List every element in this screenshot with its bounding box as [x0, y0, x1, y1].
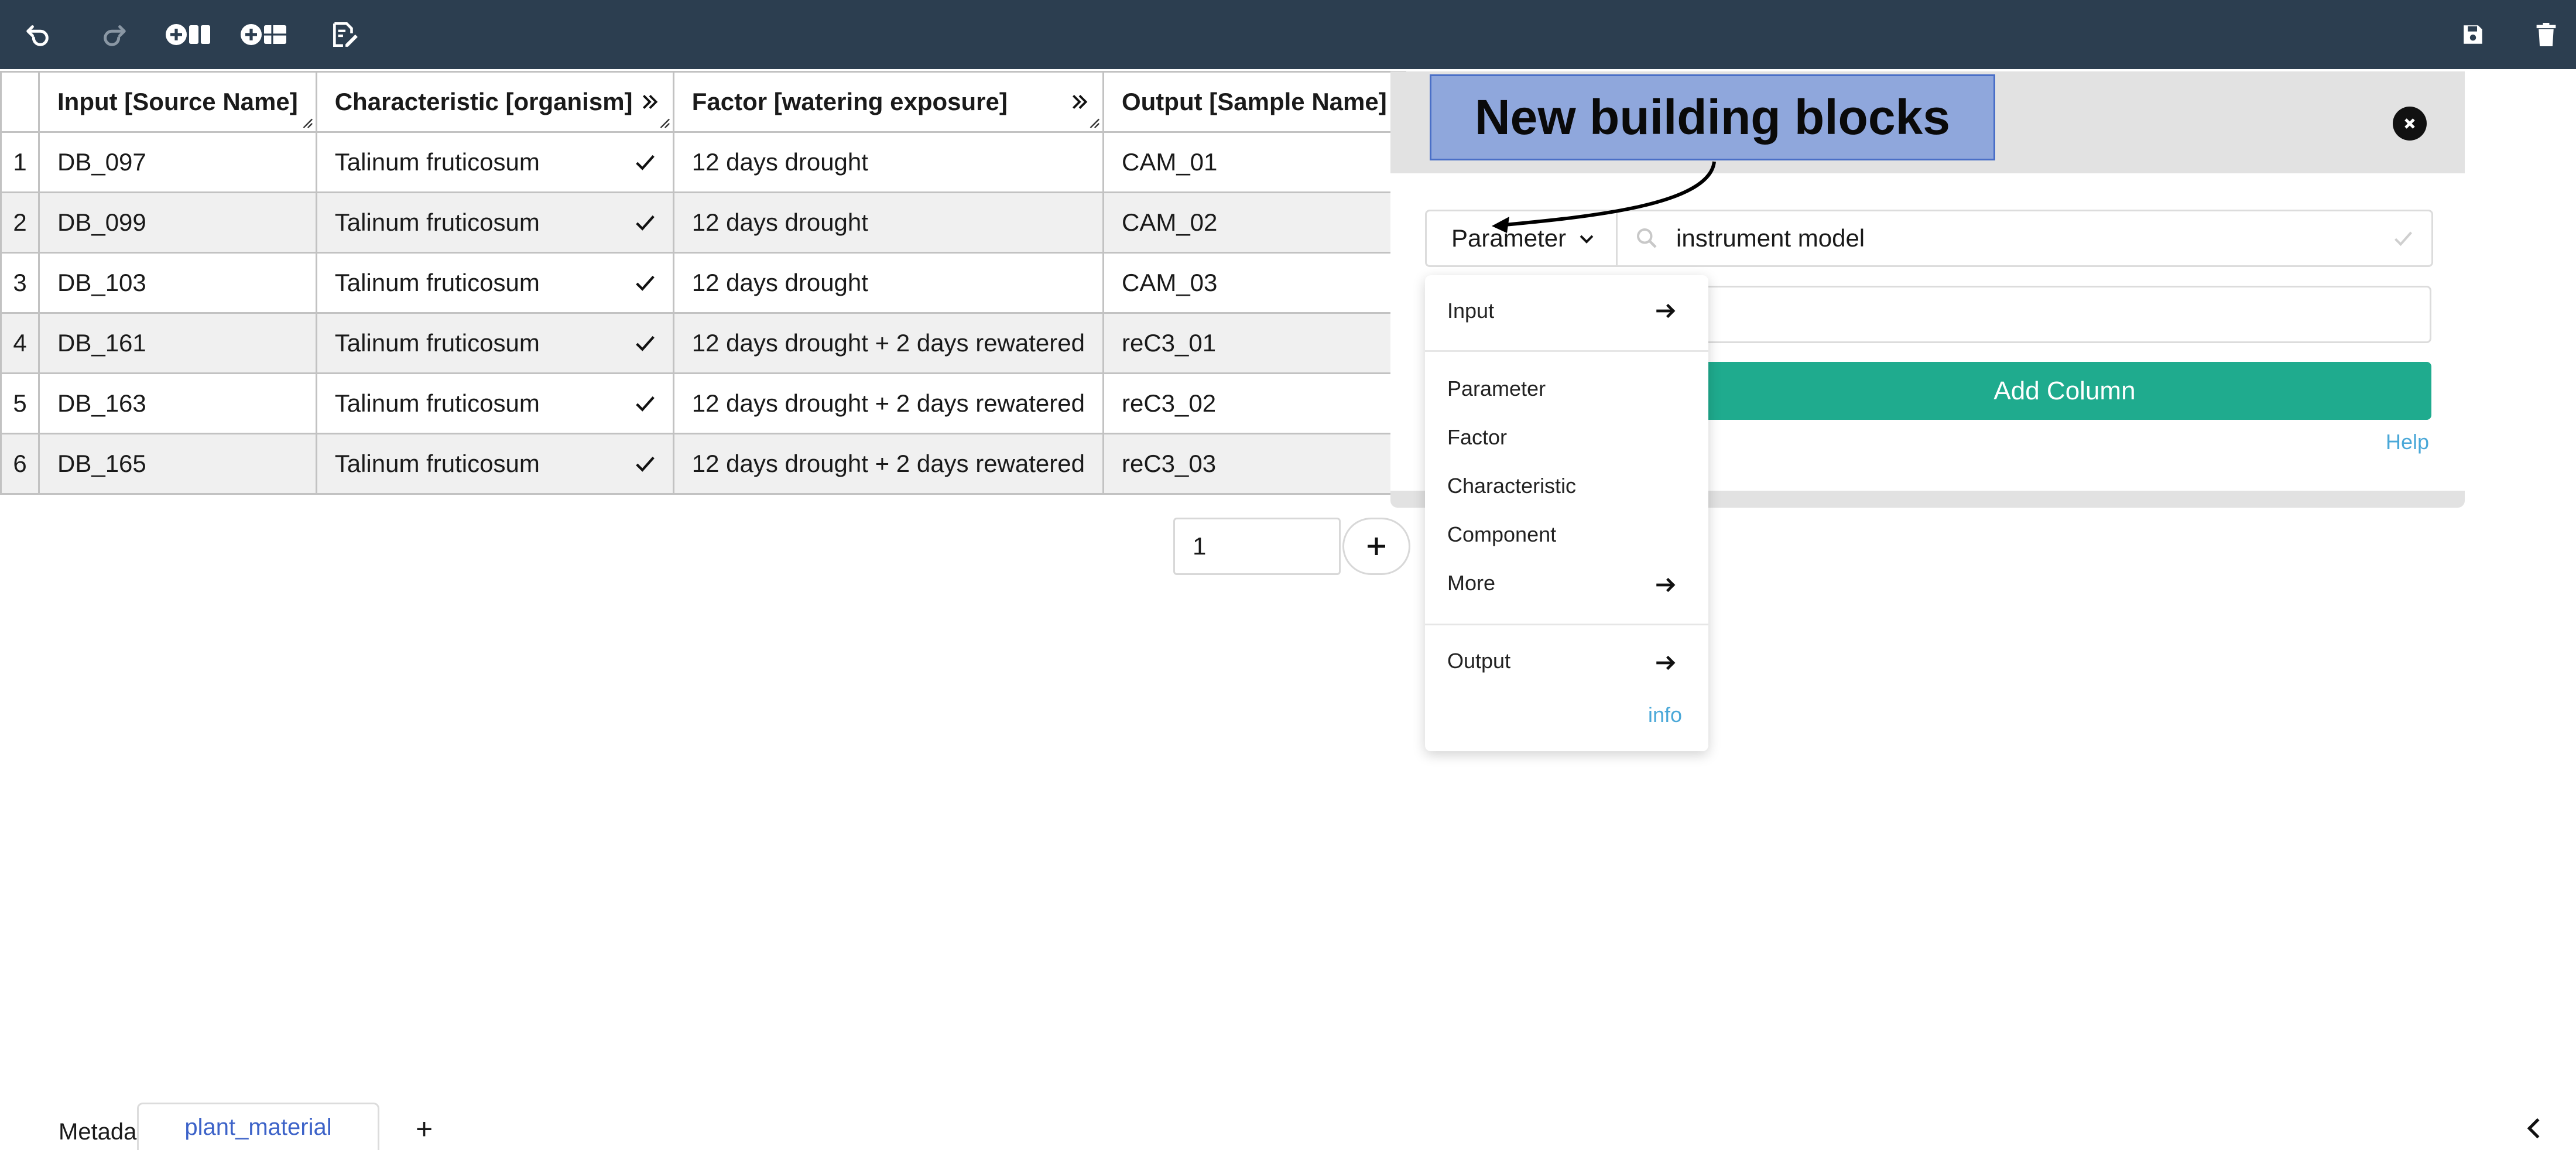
collapse-sidebar-button[interactable]: [2523, 1116, 2544, 1144]
menu-item-component[interactable]: Component: [1447, 522, 1556, 547]
building-block-type-menu: Input Parameter Factor Characteristic Co…: [1425, 275, 1708, 751]
chevron-left-icon: [2527, 1118, 2540, 1139]
callout-arrow: [1492, 161, 1716, 233]
tab-label: plant_material: [184, 1114, 332, 1140]
menu-item-characteristic[interactable]: Characteristic: [1447, 474, 1576, 498]
tab-plant-material[interactable]: plant_material: [137, 1103, 379, 1150]
info-link[interactable]: info: [1648, 703, 1682, 727]
arrow-right-icon[interactable]: [1653, 299, 1678, 323]
arrow-right-icon[interactable]: [1653, 573, 1678, 597]
menu-item-parameter[interactable]: Parameter: [1447, 377, 1546, 401]
menu-item-more[interactable]: More: [1447, 571, 1495, 595]
add-tab-button[interactable]: +: [416, 1111, 433, 1146]
menu-divider: [1425, 350, 1708, 352]
menu-item-output[interactable]: Output: [1447, 649, 1510, 673]
menu-item-factor[interactable]: Factor: [1447, 425, 1507, 450]
arrow-right-icon[interactable]: [1653, 651, 1678, 675]
menu-divider: [1425, 624, 1708, 625]
menu-item-input[interactable]: Input: [1447, 299, 1494, 323]
